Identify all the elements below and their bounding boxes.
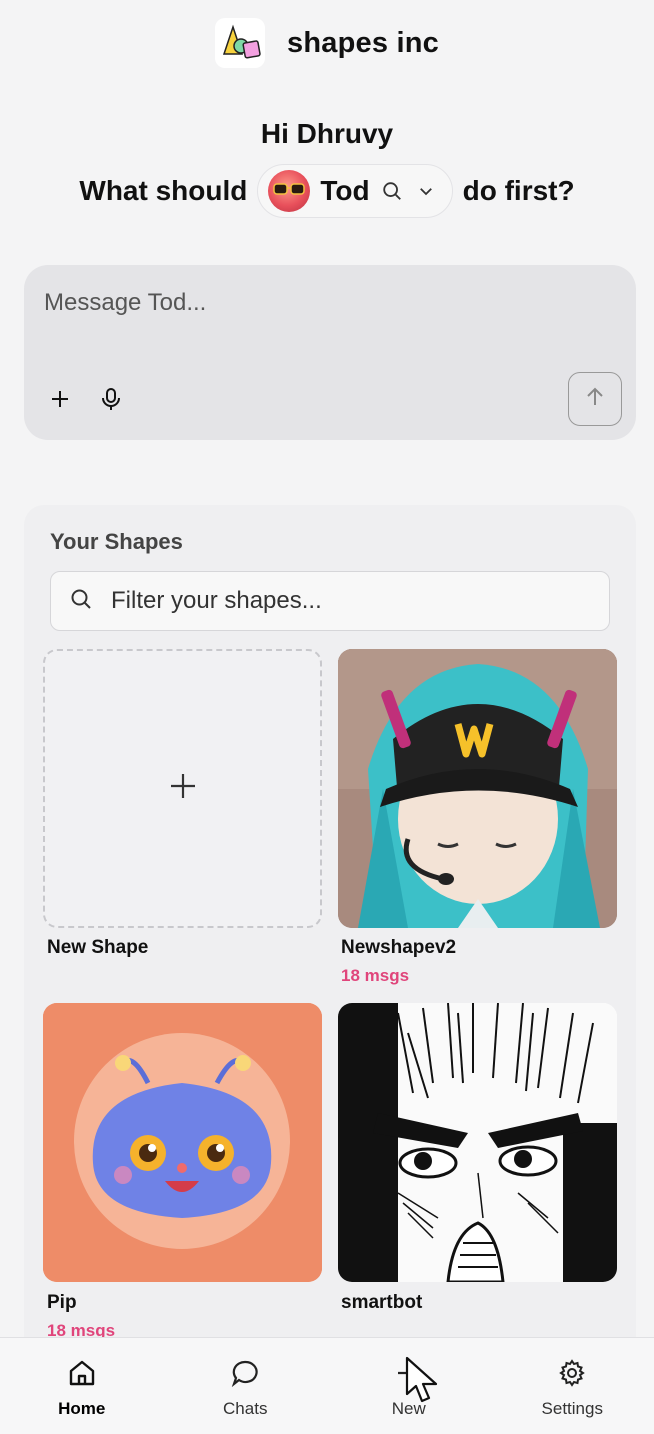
gear-icon <box>557 1358 587 1393</box>
your-shapes-panel: Your Shapes New Shape <box>24 505 636 1405</box>
shape-tile-newshapev2[interactable] <box>338 649 617 928</box>
nav-home[interactable]: Home <box>0 1338 164 1434</box>
nav-chats[interactable]: Chats <box>164 1338 328 1434</box>
shape-avatar-image <box>338 1003 617 1282</box>
search-icon <box>69 587 93 616</box>
bottom-navigation: Home Chats New Settings <box>0 1337 654 1434</box>
shape-tile-smartbot[interactable] <box>338 1003 617 1282</box>
shape-label: smartbot <box>341 1292 423 1313</box>
shape-avatar-image <box>338 649 617 928</box>
plus-icon <box>169 772 197 805</box>
message-composer <box>24 265 636 440</box>
nav-settings[interactable]: Settings <box>491 1338 654 1434</box>
arrow-up-icon <box>584 386 606 413</box>
section-title: Your Shapes <box>50 529 183 554</box>
filter-field[interactable] <box>50 571 610 631</box>
prompt-prefix: What should <box>79 175 248 206</box>
nav-label: Chats <box>223 1399 268 1418</box>
microphone-icon[interactable] <box>95 383 127 415</box>
shapes-logo-icon[interactable] <box>215 18 266 68</box>
nav-label: Settings <box>541 1399 603 1418</box>
nav-label: Home <box>58 1399 106 1418</box>
shape-name: Tod <box>320 175 370 206</box>
shape-picker-dropdown[interactable]: Tod <box>257 164 453 218</box>
plus-icon[interactable] <box>44 383 76 415</box>
chevron-down-icon[interactable] <box>414 179 438 203</box>
send-button[interactable] <box>568 372 622 426</box>
shape-avatar <box>268 170 311 212</box>
chat-bubble-icon <box>230 1358 260 1393</box>
mouse-cursor-icon <box>404 1356 444 1413</box>
shape-tile-pip[interactable] <box>43 1003 322 1282</box>
shape-avatar-image <box>43 1003 322 1282</box>
filter-input[interactable] <box>111 587 571 615</box>
search-icon[interactable] <box>380 179 404 203</box>
home-icon <box>67 1358 97 1393</box>
shape-label: Newshapev2 <box>341 937 457 958</box>
brand-name: shapes inc <box>287 26 439 59</box>
new-shape-tile[interactable] <box>43 649 322 928</box>
message-count: 18 msgs <box>341 966 410 985</box>
greeting-text: Hi Dhruvy <box>260 118 394 149</box>
app-header: shapes inc <box>0 16 654 70</box>
shape-label: New Shape <box>47 937 149 958</box>
prompt-line: What should Tod do first? <box>0 164 654 218</box>
shape-label: Pip <box>47 1292 77 1313</box>
message-input[interactable] <box>44 289 604 317</box>
prompt-suffix: do first? <box>462 175 575 206</box>
